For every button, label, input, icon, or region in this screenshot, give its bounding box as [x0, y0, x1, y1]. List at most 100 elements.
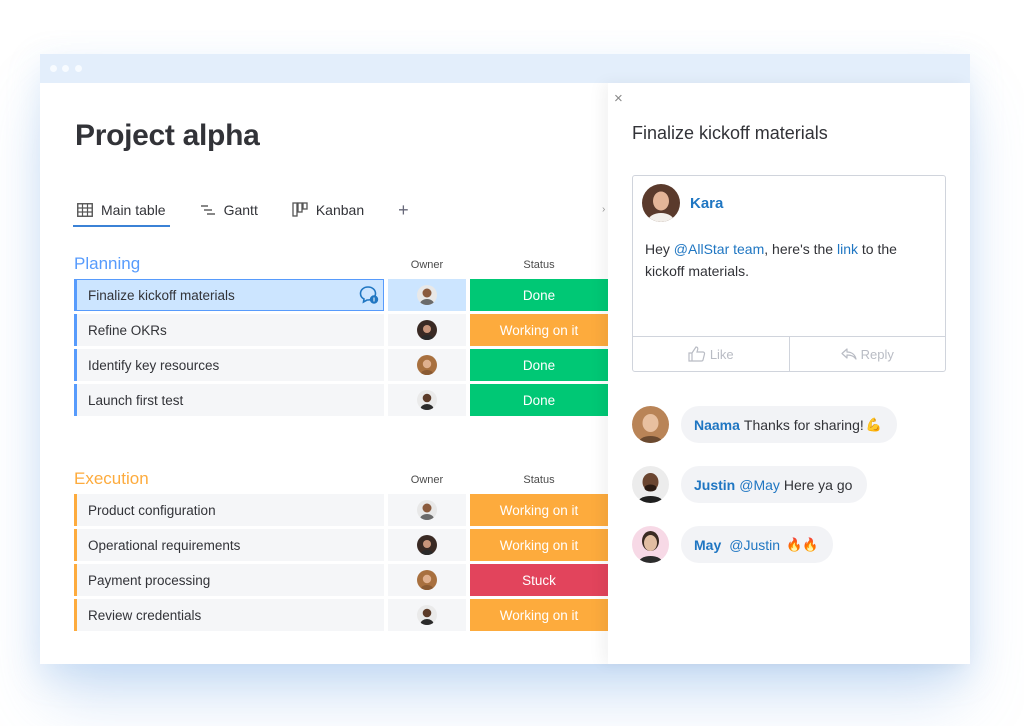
tab-label: Gantt: [223, 202, 258, 218]
fire-icon: 🔥🔥: [786, 536, 819, 552]
tab-kanban[interactable]: Kanban: [290, 196, 366, 224]
materials-link[interactable]: link: [837, 241, 858, 257]
table-row[interactable]: Product configuration Working on it: [74, 494, 608, 526]
status-cell[interactable]: Done: [470, 349, 608, 381]
reply-author[interactable]: May: [694, 537, 721, 553]
owner-cell[interactable]: [388, 384, 466, 416]
male-avatar-1: [417, 285, 437, 305]
tabs-scroll-right-icon[interactable]: ›: [602, 204, 605, 215]
tab-label: Kanban: [315, 202, 365, 218]
reply-arrow-icon: [841, 348, 857, 360]
justin-avatar[interactable]: [632, 466, 669, 503]
status-cell[interactable]: Working on it: [470, 529, 608, 561]
item-name[interactable]: Launch first test: [74, 384, 384, 416]
owner-cell[interactable]: [388, 279, 466, 311]
reply-bubble: Naama Thanks for sharing! 💪: [681, 406, 897, 443]
reply-author[interactable]: Naama: [694, 417, 740, 433]
table-row[interactable]: Refine OKRs Working on it: [74, 314, 608, 346]
status-cell[interactable]: Stuck: [470, 564, 608, 596]
reply-label: Reply: [860, 346, 894, 362]
window-dot-maximize[interactable]: [75, 65, 82, 72]
mention-link[interactable]: @AllStar team: [674, 241, 764, 257]
table-icon: [77, 203, 93, 217]
column-header-owner[interactable]: Owner: [388, 474, 466, 486]
owner-cell[interactable]: [388, 494, 466, 526]
group-title[interactable]: Execution: [74, 469, 149, 489]
item-name[interactable]: Identify key resources: [74, 349, 384, 381]
table-row[interactable]: Launch first test Done: [74, 384, 608, 416]
reply-bubble: Justin @May Here ya go: [681, 466, 868, 503]
owner-cell[interactable]: [388, 529, 466, 561]
female-avatar-1: [417, 320, 437, 340]
item-name[interactable]: Operational requirements: [74, 529, 384, 561]
table-row[interactable]: Payment processing Stuck: [74, 564, 608, 596]
reply-mention[interactable]: @May: [739, 477, 780, 493]
window-dot-minimize[interactable]: [62, 65, 69, 72]
flexed-biceps-icon: 💪: [865, 416, 882, 432]
reply-bubble: May @Justin 🔥🔥: [681, 526, 834, 563]
owner-cell[interactable]: [388, 599, 466, 631]
add-view-button[interactable]: +: [398, 196, 409, 224]
column-header-owner[interactable]: Owner: [388, 259, 466, 271]
post-author[interactable]: Kara: [690, 195, 723, 212]
close-icon[interactable]: ×: [614, 91, 623, 106]
tab-main-table[interactable]: Main table: [73, 196, 170, 227]
female-avatar-1: [417, 535, 437, 555]
post-actions: Like Reply: [633, 336, 945, 371]
item-name[interactable]: Product configuration: [74, 494, 384, 526]
female-avatar-2: [417, 355, 437, 375]
board-main: Project alpha Main table Gantt Kanban + …: [40, 83, 608, 664]
table-row[interactable]: Operational requirements Working on it: [74, 529, 608, 561]
may-avatar[interactable]: [632, 526, 669, 563]
status-cell[interactable]: Done: [470, 384, 608, 416]
tab-gantt[interactable]: Gantt: [198, 196, 260, 224]
reply-button[interactable]: Reply: [788, 337, 946, 371]
column-header-status[interactable]: Status: [470, 474, 608, 486]
reply-author[interactable]: Justin: [694, 477, 735, 493]
post-text: Hey: [645, 241, 674, 257]
updates-panel: × Finalize kickoff materials Kara Hey @A…: [608, 83, 970, 664]
post-header: Kara: [642, 184, 723, 222]
male-avatar-2: [417, 390, 437, 410]
post-body: Hey @AllStar team, here's the link to th…: [645, 238, 935, 282]
window-titlebar: [40, 54, 970, 83]
table-row[interactable]: Finalize kickoff materials Done: [74, 279, 608, 311]
item-name[interactable]: Refine OKRs: [74, 314, 384, 346]
owner-cell[interactable]: [388, 564, 466, 596]
app-window: Project alpha Main table Gantt Kanban + …: [40, 54, 970, 664]
page-title: Project alpha: [75, 119, 260, 152]
panel-title: Finalize kickoff materials: [632, 123, 828, 143]
reply-item: Naama Thanks for sharing! 💪: [632, 406, 897, 443]
reply-mention[interactable]: @Justin: [729, 537, 780, 553]
like-button[interactable]: Like: [633, 337, 789, 371]
reply-text: Here ya go: [783, 476, 853, 493]
gantt-icon: [200, 203, 216, 217]
status-cell[interactable]: Working on it: [470, 599, 608, 631]
update-post: Kara Hey @AllStar team, here's the link …: [632, 175, 946, 372]
naama-avatar[interactable]: [632, 406, 669, 443]
like-label: Like: [709, 346, 734, 362]
item-name[interactable]: Finalize kickoff materials: [74, 279, 384, 311]
reply-item: Justin @May Here ya go: [632, 466, 868, 503]
male-avatar-1: [417, 500, 437, 520]
status-cell[interactable]: Working on it: [470, 314, 608, 346]
status-cell[interactable]: Working on it: [470, 494, 608, 526]
column-header-status[interactable]: Status: [470, 259, 608, 271]
post-text: , here's the: [764, 241, 837, 257]
item-name[interactable]: Payment processing: [74, 564, 384, 596]
item-name[interactable]: Review credentials: [74, 599, 384, 631]
tab-label: Main table: [101, 202, 166, 218]
status-cell[interactable]: Done: [470, 279, 608, 311]
owner-cell[interactable]: [388, 314, 466, 346]
table-row[interactable]: Review credentials Working on it: [74, 599, 608, 631]
owner-cell[interactable]: [388, 349, 466, 381]
female-avatar-2: [417, 570, 437, 590]
reply-text: Thanks for sharing!: [743, 416, 864, 433]
kara-avatar[interactable]: [642, 184, 680, 222]
table-row[interactable]: Identify key resources Done: [74, 349, 608, 381]
view-tabs: Main table Gantt Kanban +: [73, 196, 409, 227]
reply-item: May @Justin 🔥🔥: [632, 526, 834, 563]
window-dot-close[interactable]: [50, 65, 57, 72]
kanban-icon: [292, 202, 308, 218]
group-title[interactable]: Planning: [74, 254, 140, 274]
